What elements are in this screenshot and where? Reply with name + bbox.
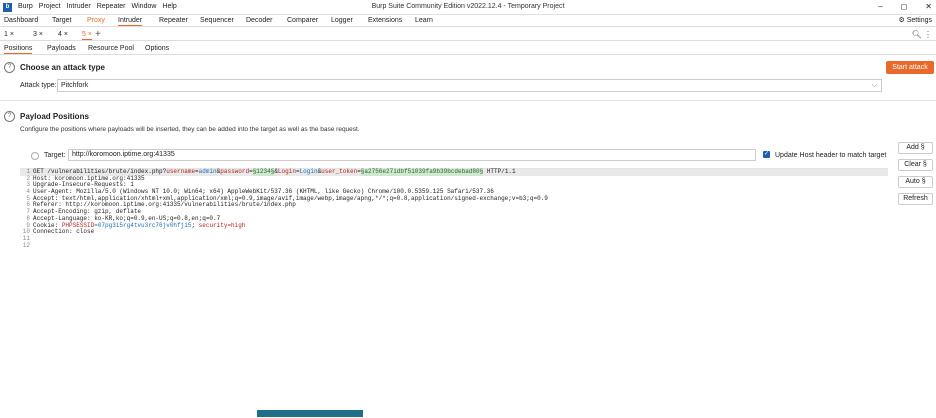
start-attack-button[interactable]: Start attack bbox=[886, 61, 934, 74]
tab-options[interactable]: Options bbox=[145, 45, 169, 52]
add-tab-icon[interactable]: + bbox=[95, 29, 101, 40]
tab-learn[interactable]: Learn bbox=[415, 17, 433, 24]
maximize-icon[interactable]: ◻ bbox=[901, 2, 908, 11]
target-label: Target: bbox=[44, 152, 66, 159]
update-host-checkbox[interactable]: ✓ bbox=[763, 151, 770, 158]
payload-positions-heading: Payload Positions bbox=[20, 112, 89, 121]
param-token-key: user_token bbox=[321, 168, 358, 175]
cookie-security-key: security bbox=[198, 221, 228, 229]
tab-extensions[interactable]: Extensions bbox=[368, 17, 402, 24]
subtab-4[interactable]: 4 × bbox=[58, 31, 68, 38]
attack-type-value: Pitchfork bbox=[61, 82, 89, 89]
request-line: 1 GET /vulnerabilities/brute/index.php? us… bbox=[20, 168, 888, 176]
header-connection: Connection: close bbox=[33, 228, 95, 236]
help-icon[interactable]: ? bbox=[4, 62, 15, 73]
payload-marker-password[interactable]: §1234§ bbox=[252, 168, 275, 176]
tab-positions[interactable]: Positions bbox=[4, 45, 33, 54]
request-editor[interactable]: 1 GET /vulnerabilities/brute/index.php? us… bbox=[20, 168, 888, 418]
add-payload-marker-button[interactable]: Add § bbox=[898, 142, 933, 154]
update-host-label: Update Host header to match target bbox=[775, 152, 887, 159]
param-username-key: username bbox=[166, 168, 196, 175]
request-header-line: 9 Cookie: PHPSESSID =07pg3i5rg4tvu3rc76jv0… bbox=[20, 221, 888, 230]
param-username-value: admin bbox=[198, 168, 217, 175]
target-indicator-icon bbox=[31, 152, 39, 160]
auto-payload-markers-button[interactable]: Auto § bbox=[898, 176, 933, 188]
tab-decoder[interactable]: Decoder bbox=[246, 17, 272, 24]
help-icon[interactable]: ? bbox=[4, 111, 15, 122]
intruder-tabs: Positions Payloads Resource Pool Options bbox=[0, 43, 936, 55]
bottom-bar bbox=[257, 410, 363, 417]
param-login-key: Login bbox=[277, 168, 296, 175]
request-blank-line: 12 bbox=[20, 241, 888, 250]
title-bar: b Burp Project Intruder Repeater Window … bbox=[0, 0, 936, 15]
tab-dashboard[interactable]: Dashboard bbox=[4, 17, 38, 24]
refresh-button[interactable]: Refresh bbox=[898, 193, 933, 205]
request-line-suffix: HTTP/1.1 bbox=[483, 168, 516, 175]
intruder-subtabs: 1 × 3 × 4 × 5 × + 🔍︎ ⋮ bbox=[0, 29, 936, 41]
request-header-line: 2 Host: koromoon.iptime.org:41335 bbox=[20, 175, 888, 183]
attack-type-select[interactable]: Pitchfork ⌵ bbox=[57, 79, 882, 92]
gear-icon: ⚙ bbox=[898, 17, 905, 24]
search-icon[interactable]: 🔍︎ ⋮ bbox=[912, 30, 932, 39]
subtab-3[interactable]: 3 × bbox=[33, 31, 43, 38]
payload-marker-token[interactable]: §a2756e27idbf5i039fa9b39bcdebad80§ bbox=[360, 168, 484, 176]
cookie-security-value: =high bbox=[227, 221, 246, 229]
subtab-5[interactable]: 5 × bbox=[82, 31, 92, 40]
tab-sequencer[interactable]: Sequencer bbox=[200, 17, 234, 24]
tab-target[interactable]: Target bbox=[52, 17, 71, 24]
tab-proxy[interactable]: Proxy bbox=[87, 17, 105, 24]
tab-comparer[interactable]: Comparer bbox=[287, 17, 318, 24]
param-password-key: password bbox=[220, 168, 250, 175]
clear-payload-markers-button[interactable]: Clear § bbox=[898, 159, 933, 171]
target-input[interactable]: http://koromoon.iptime.org:41335 bbox=[68, 149, 756, 161]
minimize-icon[interactable]: – bbox=[878, 2, 882, 11]
cookie-separator: ; bbox=[191, 221, 199, 229]
tab-resource-pool[interactable]: Resource Pool bbox=[88, 45, 134, 52]
settings-label: Settings bbox=[906, 17, 932, 24]
subtab-1[interactable]: 1 × bbox=[4, 31, 14, 38]
attack-type-heading: Choose an attack type bbox=[20, 63, 105, 72]
request-blank-line: 11 bbox=[20, 235, 888, 243]
tab-logger[interactable]: Logger bbox=[331, 17, 353, 24]
request-header-line: 10 Connection: close bbox=[20, 228, 888, 236]
attack-type-label: Attack type: bbox=[20, 82, 57, 89]
request-header-line: 6 Referer: http://koromoon.iptime.org:413… bbox=[20, 202, 888, 209]
section-divider bbox=[0, 100, 936, 101]
settings-button[interactable]: ⚙ Settings bbox=[898, 16, 932, 24]
cookie-phpsessid-value: =07pg3i5rg4tvu3rc76jv0hfji5 bbox=[94, 221, 192, 229]
tab-repeater[interactable]: Repeater bbox=[159, 17, 188, 24]
chevron-down-icon: ⌵ bbox=[871, 82, 877, 89]
payload-positions-description: Configure the positions where payloads w… bbox=[20, 126, 360, 133]
param-login-value: Login bbox=[299, 168, 318, 175]
close-icon[interactable]: ✕ bbox=[925, 2, 932, 11]
line-number: 12 bbox=[22, 241, 30, 249]
tab-intruder[interactable]: Intruder bbox=[118, 17, 143, 26]
window-title: Burp Suite Community Edition v2022.12.4 … bbox=[371, 3, 565, 10]
main-tabs: Dashboard Target Proxy Intruder Repeater… bbox=[0, 15, 936, 27]
tab-payloads[interactable]: Payloads bbox=[47, 45, 76, 52]
